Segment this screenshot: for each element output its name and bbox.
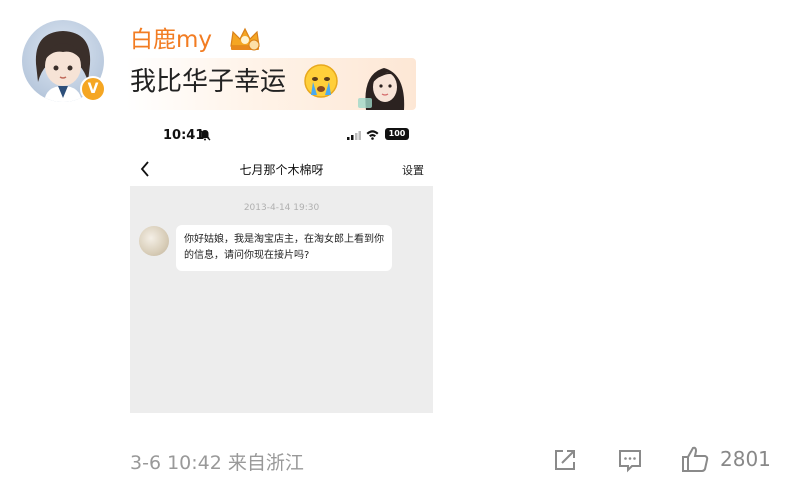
phone-status-bar: 10:41 100 [130,116,433,154]
crown-icon [230,27,260,51]
post-text: 我比华子幸运 [130,67,287,97]
wifi-icon [366,130,379,140]
crying-emoji-icon [304,64,338,98]
settings-button[interactable]: 设置 [402,162,424,178]
girl-sticker-icon [358,68,405,110]
thumbs-up-icon[interactable] [680,445,710,473]
verified-badge: V [80,76,106,102]
chat-title: 七月那个木棉呀 [239,163,324,177]
comment-icon[interactable] [617,447,643,473]
message-timestamp: 2013-4-14 19:30 [243,203,320,213]
like-count[interactable]: 2801 [720,447,771,471]
chat-screenshot-image[interactable]: 10:41 100 七月那个木棉呀 设置 2013-4-14 19:30 你好姑… [130,116,433,413]
muted-bell-icon [199,129,211,141]
username[interactable]: 白鹿my [130,24,212,56]
sender-avatar[interactable] [139,226,169,256]
signal-icon [347,131,361,140]
message-bubble: 你好姑娘，我是淘宝店主，在淘女郎上看到你的信息，请问你现在接片吗? [176,225,392,271]
battery-indicator: 100 [385,128,409,140]
share-icon[interactable] [552,447,578,473]
post-time-location: 3-6 10:42 来自浙江 [130,452,304,474]
chat-nav-bar: 七月那个木棉呀 设置 [130,154,433,186]
